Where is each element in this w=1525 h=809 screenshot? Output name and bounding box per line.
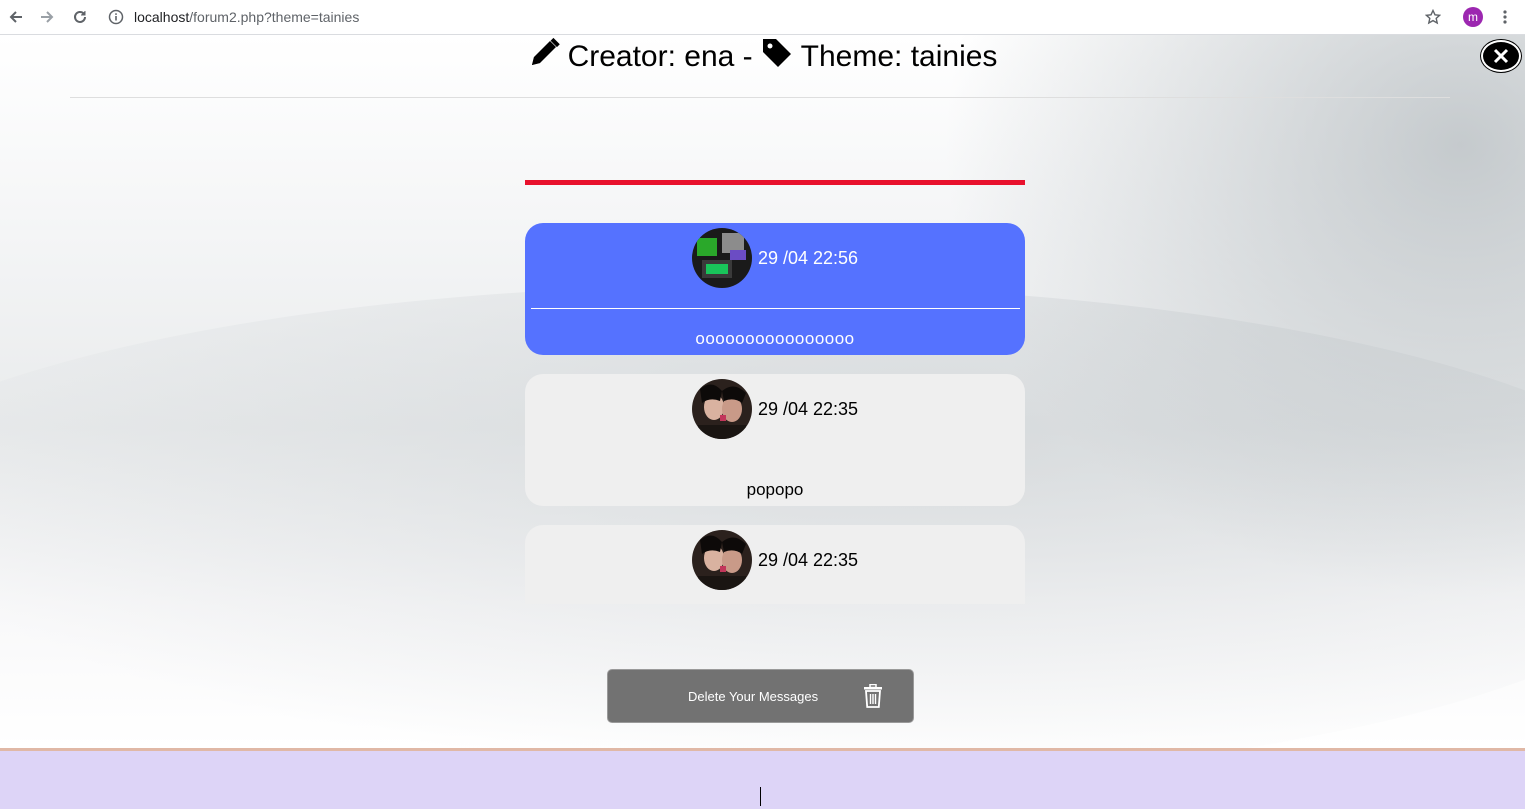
reload-icon[interactable] [70,7,90,27]
message-timestamp: 29 /04 22:56 [757,247,859,268]
close-button[interactable] [1481,40,1521,72]
message-divider [531,308,1020,309]
avatar [691,530,752,590]
page-title: Creator: ena - Theme: tainies [0,37,1525,77]
url-path: /forum2.php?theme=tainies [189,9,360,25]
message-text: oooooooooooooooo [695,329,855,348]
tag-icon [761,37,793,77]
menu-kebab-icon[interactable] [1495,7,1515,27]
header-divider [70,97,1450,98]
message-text: popopo [746,480,804,499]
avatar [691,379,752,439]
bookmark-star-icon[interactable] [1423,7,1443,27]
message-timestamp: 29 /04 22:35 [757,398,859,419]
forum-page: Creator: ena - Theme: tainies 29 /04 22:… [0,35,1525,748]
delete-messages-label: Delete Your Messages [688,689,819,704]
forward-icon[interactable] [37,7,57,27]
url-host: localhost [134,9,190,25]
message-timestamp: 29 /04 22:35 [757,549,859,570]
text-caret [760,787,761,806]
theme-label: Theme: tainies [800,40,998,73]
red-divider [525,180,1025,185]
profile-avatar[interactable]: m [1463,7,1483,27]
address-bar[interactable]: localhost/forum2.php?theme=tainies [108,4,359,30]
trash-icon [863,683,883,711]
message-input-bar[interactable] [0,748,1525,809]
message-card: 29 /04 22:56 oooooooooooooooo [525,223,1025,355]
pencil-icon [528,37,560,77]
back-icon[interactable] [6,7,26,27]
close-icon [1493,48,1509,64]
message-card: 29 /04 22:35 popopo [525,374,1025,506]
site-info-icon[interactable] [108,9,124,25]
avatar [691,228,752,288]
message-card: 29 /04 22:35 [525,525,1025,604]
delete-messages-button[interactable]: Delete Your Messages [607,669,914,723]
creator-label: Creator: ena - [567,40,753,73]
browser-toolbar: localhost/forum2.php?theme=tainies m [0,0,1525,35]
